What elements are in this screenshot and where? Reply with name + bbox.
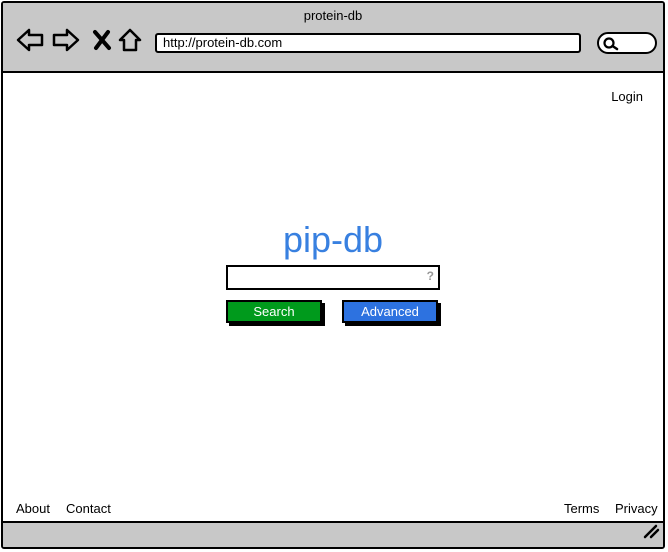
browser-window: protein-db http://protein-db.com Login p…	[1, 1, 665, 549]
search-button[interactable]: Search	[226, 300, 322, 323]
resize-grip-icon[interactable]	[642, 523, 660, 544]
advanced-button[interactable]: Advanced	[342, 300, 438, 323]
home-icon[interactable]	[115, 25, 145, 55]
login-link[interactable]: Login	[611, 89, 643, 104]
contact-link[interactable]: Contact	[66, 501, 111, 516]
url-bar[interactable]: http://protein-db.com	[155, 33, 581, 53]
close-x-icon[interactable]	[87, 25, 117, 55]
help-icon[interactable]: ?	[427, 269, 434, 283]
about-link[interactable]: About	[16, 501, 50, 516]
browser-search-field[interactable]	[597, 32, 657, 54]
search-icon	[603, 37, 619, 56]
status-bar	[3, 521, 663, 547]
back-arrow-icon[interactable]	[15, 25, 45, 55]
terms-link[interactable]: Terms	[564, 501, 599, 516]
search-field[interactable]: ?	[226, 265, 440, 290]
window-title: protein-db	[303, 8, 363, 23]
forward-arrow-icon[interactable]	[51, 25, 81, 55]
browser-toolbar: protein-db http://protein-db.com	[3, 3, 663, 73]
privacy-link[interactable]: Privacy	[615, 501, 658, 516]
search-input[interactable]	[232, 268, 416, 289]
site-logo: pip-db	[282, 219, 384, 260]
